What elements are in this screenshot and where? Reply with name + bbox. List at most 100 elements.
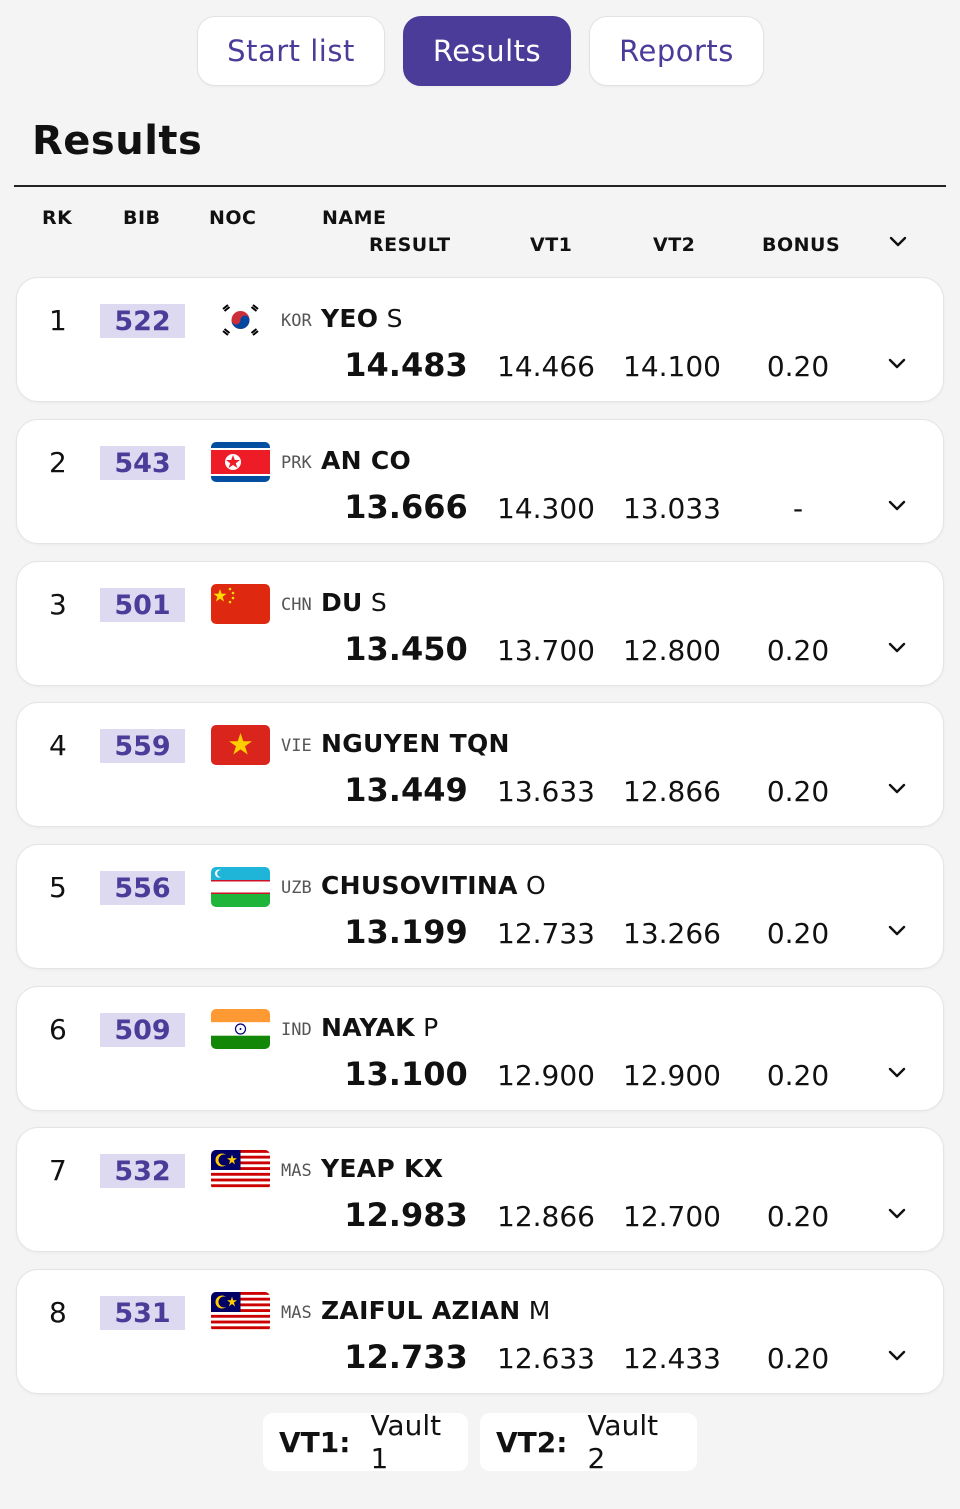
athlete-given: M — [528, 1296, 551, 1325]
bonus-score: 0.20 — [766, 775, 830, 808]
vt1-score: 12.633 — [497, 1342, 595, 1375]
column-header-rk: RK — [42, 207, 73, 229]
tab-start-list[interactable]: Start list — [197, 16, 385, 86]
total-result: 14.483 — [344, 346, 468, 384]
bib-badge: 509 — [100, 1013, 185, 1047]
column-header-noc: NOC — [209, 207, 257, 229]
noc-code: UZB — [281, 878, 312, 898]
column-header-bonus: BONUS — [762, 234, 841, 256]
flag-kor-icon — [211, 300, 270, 340]
result-row[interactable]: 6 509 IND NAYAK P 13.100 12.900 12.900 0… — [16, 986, 944, 1111]
athlete-name[interactable]: ZAIFUL AZIAN M — [321, 1296, 551, 1325]
bonus-score: 0.20 — [766, 1059, 830, 1092]
athlete-name[interactable]: NAYAK P — [321, 1013, 438, 1042]
bib-badge: 501 — [100, 588, 185, 622]
athlete-name[interactable]: CHUSOVITINA O — [321, 871, 546, 900]
result-row[interactable]: 3 501 CHN DU S 13.450 13.700 12.800 0.20 — [16, 561, 944, 686]
athlete-surname: CHUSOVITINA — [321, 871, 518, 900]
bib-badge: 522 — [100, 304, 185, 338]
athlete-name[interactable]: YEO S — [321, 304, 403, 333]
title-divider — [14, 185, 946, 187]
athlete-given: S — [386, 304, 403, 333]
page-title: Results — [32, 118, 203, 164]
vt1-score: 14.300 — [497, 492, 595, 525]
bib-badge: 556 — [100, 871, 185, 905]
rank: 6 — [49, 1013, 67, 1046]
result-row[interactable]: 7 532 MAS YEAP KX 12.983 12.866 12.700 0 — [16, 1127, 944, 1252]
chevron-down-icon[interactable] — [883, 1342, 911, 1370]
vt1-score: 14.466 — [497, 350, 595, 383]
legend-label: Vault 1 — [370, 1409, 442, 1475]
result-row[interactable]: 8 531 MAS ZAIFUL AZIAN M 12.733 12.633 1… — [16, 1269, 944, 1394]
total-result: 12.983 — [344, 1196, 468, 1234]
result-row[interactable]: 2 543 PRK AN CO 13.666 14.300 13.033 - — [16, 419, 944, 544]
bonus-score: 0.20 — [766, 634, 830, 667]
legend-item-vt1: VT1: Vault 1 — [263, 1409, 468, 1475]
bonus-score: 0.20 — [766, 917, 830, 950]
column-header-bib: BIB — [123, 207, 161, 229]
vt2-score: 13.033 — [623, 492, 721, 525]
rank: 8 — [49, 1296, 67, 1329]
column-header-vt2: VT2 — [653, 234, 696, 256]
chevron-down-icon[interactable] — [883, 350, 911, 378]
column-header-vt1: VT1 — [530, 234, 573, 256]
expand-all-chevron-down-icon[interactable] — [884, 228, 912, 256]
tab-results[interactable]: Results — [403, 16, 571, 86]
chevron-down-icon[interactable] — [883, 1059, 911, 1087]
legend-item-vt2: VT2: Vault 2 — [480, 1409, 697, 1475]
athlete-surname: ZAIFUL AZIAN — [321, 1296, 521, 1325]
athlete-surname: YEO — [321, 304, 379, 333]
result-row[interactable]: 5 556 UZB CHUSOVITINA O 13.199 12.733 13… — [16, 844, 944, 969]
athlete-given: S — [370, 588, 388, 617]
noc-code: MAS — [281, 1303, 312, 1323]
flag-ind-icon — [211, 1009, 270, 1049]
vt2-score: 12.900 — [623, 1059, 721, 1092]
chevron-down-icon[interactable] — [883, 1200, 911, 1228]
result-row[interactable]: 4 559 VIE NGUYEN TQN 13.449 13.633 12.86… — [16, 702, 944, 827]
bonus-score: 0.20 — [766, 1342, 830, 1375]
flag-prk-icon — [211, 442, 270, 482]
rank: 1 — [49, 304, 67, 337]
chevron-down-icon[interactable] — [883, 917, 911, 945]
bib-badge: 532 — [100, 1154, 185, 1188]
vt1-score: 12.900 — [497, 1059, 595, 1092]
tab-bar: Start list Results Reports — [0, 16, 960, 88]
athlete-given: P — [423, 1013, 439, 1042]
rank: 4 — [49, 729, 67, 762]
noc-code: VIE — [281, 736, 312, 756]
noc-code: PRK — [281, 453, 312, 473]
vt2-score: 12.866 — [623, 775, 721, 808]
flag-mas-icon — [211, 1150, 270, 1190]
athlete-surname: AN CO — [321, 446, 412, 475]
noc-code: KOR — [281, 311, 312, 331]
total-result: 13.449 — [344, 771, 468, 809]
bonus-score: 0.20 — [766, 1200, 830, 1233]
athlete-name[interactable]: YEAP KX — [321, 1154, 443, 1183]
vt2-score: 14.100 — [623, 350, 721, 383]
vt2-score: 13.266 — [623, 917, 721, 950]
flag-uzb-icon — [211, 867, 270, 907]
total-result: 13.199 — [344, 913, 468, 951]
total-result: 13.450 — [344, 630, 468, 668]
noc-code: CHN — [281, 595, 312, 615]
tab-reports[interactable]: Reports — [589, 16, 764, 86]
bib-badge: 531 — [100, 1296, 185, 1330]
flag-mas-icon — [211, 1292, 270, 1332]
athlete-name[interactable]: NGUYEN TQN — [321, 729, 510, 758]
result-row[interactable]: 1 522 KOR YEO S 14.483 14.466 14.100 0.2… — [16, 277, 944, 402]
athlete-name[interactable]: DU S — [321, 588, 387, 617]
athlete-surname: YEAP KX — [321, 1154, 444, 1183]
column-header-result: RESULT — [369, 234, 451, 256]
flag-chn-icon — [211, 584, 270, 624]
vt1-score: 12.733 — [497, 917, 595, 950]
bonus-score: - — [792, 492, 804, 525]
chevron-down-icon[interactable] — [883, 492, 911, 520]
vt2-score: 12.433 — [623, 1342, 721, 1375]
athlete-surname: DU — [321, 588, 363, 617]
chevron-down-icon[interactable] — [883, 775, 911, 803]
noc-code: MAS — [281, 1161, 312, 1181]
vt1-score: 13.700 — [497, 634, 595, 667]
chevron-down-icon[interactable] — [883, 634, 911, 662]
athlete-name[interactable]: AN CO — [321, 446, 411, 475]
vt2-score: 12.800 — [623, 634, 721, 667]
